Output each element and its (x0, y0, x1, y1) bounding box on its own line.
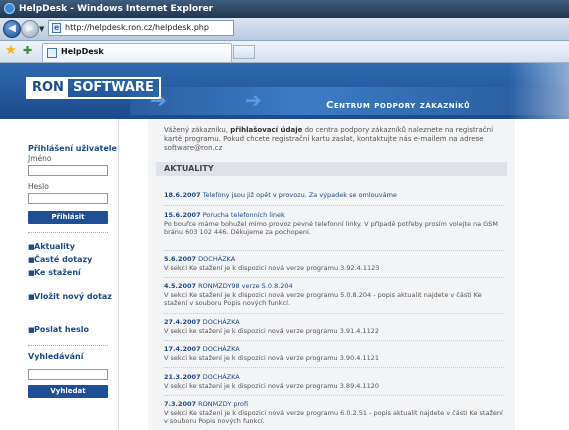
page-icon (52, 21, 61, 35)
news-body: Po bouřce máme bohužel mimo provoz pevné… (164, 219, 498, 237)
right-margin (515, 119, 569, 430)
header-banner: ➔ ➔ RON SOFTWARE Centrum podpory zákazní… (0, 63, 569, 119)
logo-text-right: SOFTWARE (72, 80, 154, 95)
intro-bold: přihlašovací údaje (230, 126, 303, 134)
news-title: RONMZDY98 verze 5.0.8.204 (198, 282, 293, 290)
divider (164, 250, 504, 251)
divider (28, 345, 108, 346)
news-body: V sekci Ke stažení je k dispozici nová v… (164, 408, 503, 426)
login-heading: Přihlášení uživatele (28, 144, 117, 153)
add-favorites-icon[interactable]: ✚ (23, 44, 32, 58)
news-date[interactable]: 18.6.2007 (164, 191, 201, 199)
tab-label: HelpDesk (61, 47, 104, 56)
nav-caste-dotazy[interactable]: Časté dotazy (34, 255, 92, 264)
intro-part1: Vážený zákazníku, (164, 126, 231, 134)
ie-logo-icon (4, 3, 15, 14)
back-arrow-icon[interactable]: ◀ (3, 20, 21, 38)
news-date[interactable]: 7.3.2007 (164, 400, 196, 408)
main-content: Vážený zákazníku, přihlašovací údaje do … (148, 119, 515, 430)
news-title: DOCHÁZKA (202, 373, 240, 381)
nav-aktuality[interactable]: Aktuality (34, 242, 75, 251)
news-date[interactable]: 5.6.2007 (164, 255, 196, 263)
news-item: 5.6.2007 DOCHÁZKA V sekci Ke stažení je … (164, 255, 506, 272)
news-title: DOCHÁZKA (202, 318, 240, 326)
news-item: 7.3.2007 RONMZDY profi V sekci Ke stažen… (164, 400, 506, 426)
news-item: 21.3.2007 DOCHÁZKA V sekci ke stažení je… (164, 373, 506, 390)
news-body: V sekci ke stažení je k dispozici nová v… (164, 381, 380, 390)
news-date[interactable]: 15.6.2007 (164, 211, 201, 219)
news-title: DOCHÁZKA (202, 345, 240, 353)
tab-helpdesk[interactable]: HelpDesk (42, 43, 232, 62)
page-icon (47, 48, 57, 58)
intro-text: Vážený zákazníku, přihlašovací údaje do … (164, 126, 504, 153)
news-title: DOCHÁZKA (198, 255, 236, 263)
search-heading: Vyhledávání (28, 352, 84, 361)
news-item: 17.4.2007 DOCHÁZKA V sekci ke stažení je… (164, 345, 506, 362)
url-text: http://helpdesk.ron.cz/helpdesk.php (65, 23, 209, 32)
history-dropdown-icon[interactable]: ▼ (39, 25, 44, 33)
divider (164, 340, 504, 341)
news-heading: AKTUALITY (156, 162, 507, 176)
news-body: V sekci Ke stažení je k dispozici nová v… (164, 263, 380, 272)
news-body: V sekci Ke stažení je k dispozici nová v… (164, 290, 482, 308)
web-page: ➔ ➔ RON SOFTWARE Centrum podpory zákazní… (0, 63, 569, 430)
divider (164, 395, 504, 396)
news-item: 15.6.2007 Porucha telefonních linek Po b… (164, 211, 506, 237)
news-date[interactable]: 27.4.2007 (164, 318, 201, 326)
divider (164, 367, 504, 368)
divider (164, 313, 504, 314)
news-title: Telefony jsou již opět v provozu. Za výp… (202, 191, 397, 199)
search-button[interactable]: Vyhledat (28, 385, 108, 398)
nav-ke-stazeni[interactable]: Ke stažení (34, 268, 81, 277)
news-item: 4.5.2007 RONMZDY98 verze 5.0.8.204 V sek… (164, 282, 506, 308)
url-field[interactable]: http://helpdesk.ron.cz/helpdesk.php (48, 20, 234, 36)
divider (164, 205, 504, 206)
news-body: V sekci ke stažení je k dispozici nová v… (164, 326, 380, 335)
news-title: RONMZDY profi (198, 400, 249, 408)
banner-fade (509, 63, 569, 119)
logo-text-left: RON (28, 79, 68, 97)
password-label: Heslo (28, 182, 49, 191)
news-date[interactable]: 4.5.2007 (164, 282, 196, 290)
news-item: 27.4.2007 DOCHÁZKA V sekci ke stažení je… (164, 318, 506, 335)
window-title: HelpDesk - Windows Internet Explorer (19, 4, 214, 14)
divider (28, 232, 108, 233)
nav-vlozit-dotaz[interactable]: Vložit nový dotaz (34, 292, 112, 301)
window-title-bar: HelpDesk - Windows Internet Explorer (0, 0, 569, 18)
news-item: 18.6.2007 Telefony jsou již opět v provo… (164, 191, 506, 200)
forward-arrow-icon[interactable]: ▶ (21, 20, 39, 38)
news-body: V sekci ke stažení je k dispozici nová v… (164, 353, 380, 362)
username-input[interactable] (28, 165, 108, 176)
news-date[interactable]: 17.4.2007 (164, 345, 201, 353)
nav-poslat-heslo[interactable]: Poslat heslo (34, 325, 89, 334)
tab-bar: ★ ✚ HelpDesk (0, 41, 569, 63)
news-title: Porucha telefonních linek (202, 211, 285, 219)
name-label: Jméno (28, 154, 52, 163)
ron-software-logo[interactable]: RON SOFTWARE (26, 77, 161, 99)
search-input[interactable] (28, 369, 108, 380)
banner-title: Centrum podpory zákazníků (326, 100, 471, 111)
arrow-decoration-icon: ➔ (245, 88, 262, 112)
login-button[interactable]: Přihlásit (28, 211, 108, 224)
new-tab-button[interactable] (233, 45, 255, 59)
news-date[interactable]: 21.3.2007 (164, 373, 201, 381)
sidebar: Přihlášení uživatele Jméno Heslo Přihlás… (0, 119, 119, 430)
divider (164, 277, 504, 278)
address-bar: ◀ ▶ ▼ http://helpdesk.ron.cz/helpdesk.ph… (0, 18, 569, 41)
favorites-star-icon[interactable]: ★ (5, 43, 17, 59)
password-input[interactable] (28, 193, 108, 204)
